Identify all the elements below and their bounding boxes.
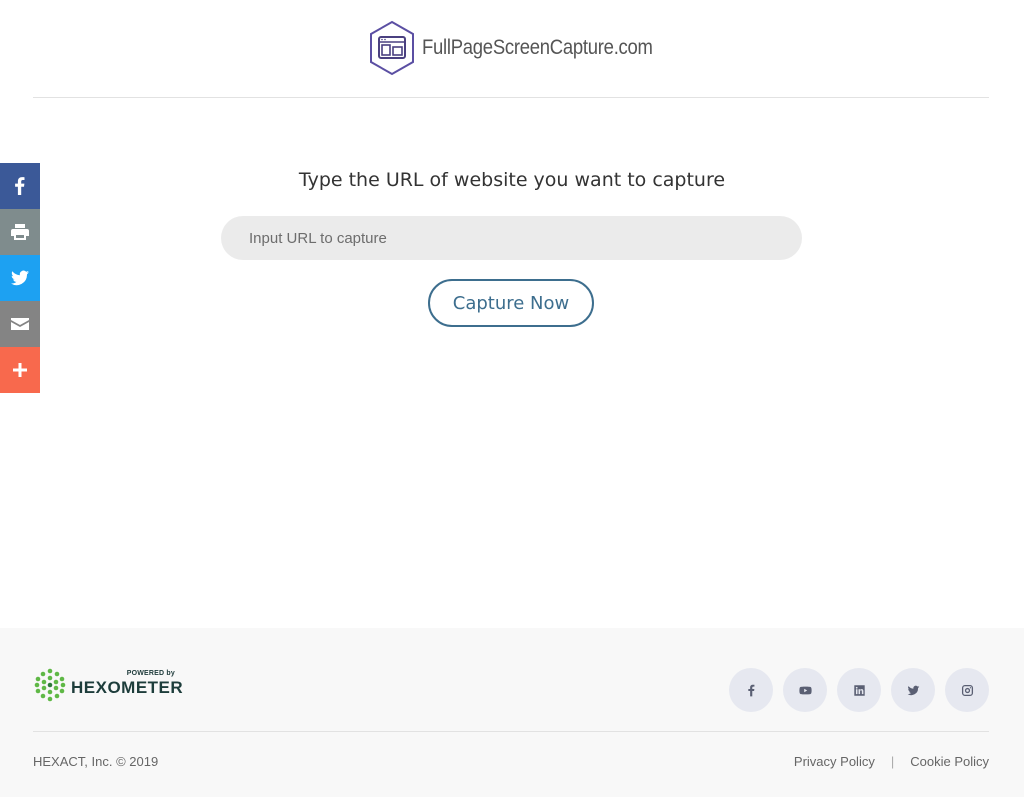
- site-footer: POWERED by HEXOMETER HEXACT, Inc. © 2019…: [0, 628, 1024, 797]
- hexometer-wordmark: HEXOMETER: [71, 678, 184, 697]
- footer-youtube-link[interactable]: [783, 668, 827, 712]
- site-logo[interactable]: FullPageScreenCapture.com: [368, 20, 684, 76]
- policy-links: Privacy Policy | Cookie Policy: [794, 754, 989, 769]
- browser-window-hex-icon: [370, 20, 414, 76]
- footer-twitter-link[interactable]: [891, 668, 935, 712]
- link-separator: |: [890, 754, 895, 769]
- hexometer-logo[interactable]: POWERED by HEXOMETER: [33, 668, 184, 702]
- url-input[interactable]: [221, 216, 802, 260]
- capture-now-button[interactable]: Capture Now: [428, 279, 594, 327]
- facebook-icon: [747, 684, 754, 696]
- share-print-button[interactable]: [0, 209, 40, 255]
- plus-icon: [13, 363, 27, 377]
- copyright-text: HEXACT, Inc. © 2019: [33, 754, 159, 769]
- header-divider: [33, 97, 989, 98]
- footer-instagram-link[interactable]: [945, 668, 989, 712]
- twitter-icon: [907, 685, 919, 695]
- cookie-policy-link[interactable]: Cookie Policy: [910, 754, 989, 769]
- site-header: FullPageScreenCapture.com: [0, 0, 1024, 98]
- share-email-button[interactable]: [0, 301, 40, 347]
- privacy-policy-link[interactable]: Privacy Policy: [794, 754, 875, 769]
- printer-icon: [11, 224, 29, 240]
- footer-facebook-link[interactable]: [729, 668, 773, 712]
- share-more-button[interactable]: [0, 347, 40, 393]
- footer-linkedin-link[interactable]: [837, 668, 881, 712]
- page-headline: Type the URL of website you want to capt…: [298, 169, 726, 191]
- social-links: [729, 668, 989, 712]
- logo-text: FullPageScreenCapture.com: [422, 36, 653, 59]
- share-sidebar: [0, 163, 40, 393]
- hexometer-dots-icon: [34, 668, 66, 702]
- instagram-icon: [961, 684, 973, 696]
- twitter-icon: [11, 270, 29, 286]
- share-twitter-button[interactable]: [0, 255, 40, 301]
- powered-by-label: POWERED by: [126, 670, 175, 677]
- footer-divider: [33, 731, 989, 732]
- email-icon: [11, 318, 29, 330]
- youtube-icon: [798, 686, 812, 694]
- linkedin-icon: [853, 684, 865, 696]
